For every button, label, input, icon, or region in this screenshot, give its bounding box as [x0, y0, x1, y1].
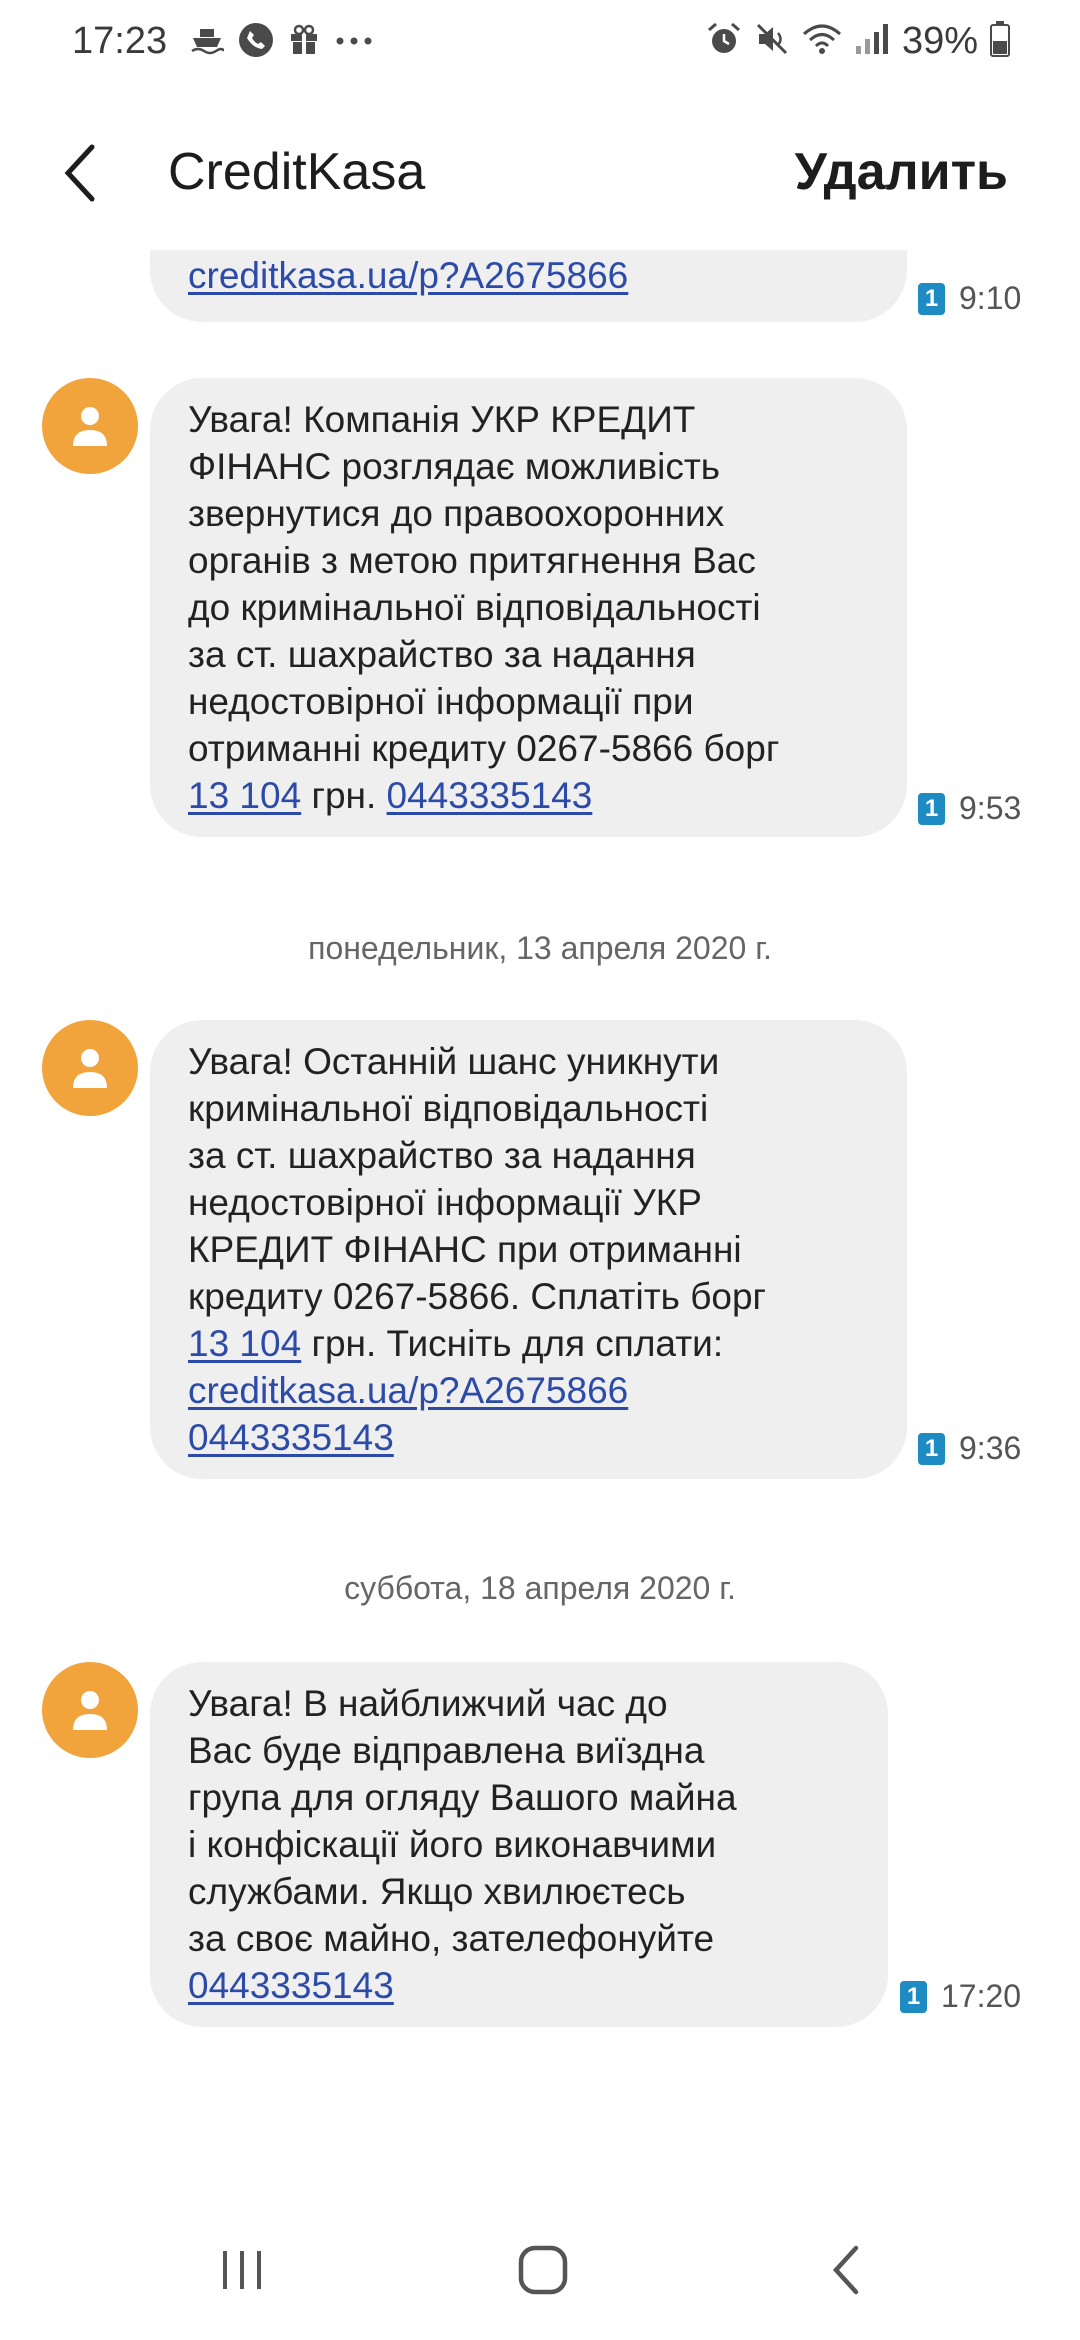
- sim-badge-icon: 1: [900, 1980, 927, 2013]
- signal-icon: [854, 22, 890, 61]
- phone-link[interactable]: 0443335143: [188, 1417, 394, 1458]
- message-meta: 1 9:36: [918, 1430, 1021, 1467]
- mute-icon: [754, 21, 790, 62]
- notification-icons: [190, 22, 374, 63]
- amount-link[interactable]: 13 104: [188, 1323, 301, 1364]
- message-line: органів з метою притягнення Вас: [188, 540, 756, 581]
- recent-apps-button[interactable]: [192, 2230, 292, 2310]
- message-line: недостовірної інформації при: [188, 681, 694, 722]
- message-line: creditkasa.ua/p?A2675866: [188, 252, 867, 299]
- message-line: 13 104 грн. 0443335143: [188, 772, 867, 819]
- navigation-bar: [0, 2200, 1080, 2340]
- contact-avatar[interactable]: [42, 1662, 138, 1758]
- back-icon: [832, 2245, 859, 2295]
- message-time: 9:10: [959, 280, 1022, 316]
- conversation-list[interactable]: creditkasa.ua/p?A2675866 1 9:10 Увага! К…: [0, 250, 1080, 2150]
- payment-link[interactable]: creditkasa.ua/p?A2675866: [188, 1370, 628, 1411]
- back-button[interactable]: [40, 128, 120, 218]
- conversation-title: CreditKasa: [168, 143, 426, 201]
- message-bubble[interactable]: Увага! Компанія УКР КРЕДИТ ФІНАНС розгля…: [150, 378, 907, 837]
- message-meta: 1 9:10: [918, 280, 1021, 317]
- contact-avatar[interactable]: [42, 1020, 138, 1116]
- message-time: 9:36: [959, 1430, 1022, 1466]
- message-line: ФІНАНС розглядає можливість: [188, 446, 721, 487]
- back-arrow-icon: [64, 144, 95, 202]
- amount-link[interactable]: 13 104: [188, 775, 301, 816]
- message-line: Увага! В найближчий час до: [188, 1683, 668, 1724]
- gift-icon: [288, 24, 320, 61]
- message-time: 9:53: [959, 790, 1022, 826]
- message-line: кримінальної відповідальності: [188, 1088, 709, 1129]
- system-icons: 39%: [706, 20, 1010, 63]
- message-line: за своє майно, зателефонуйте: [188, 1918, 715, 1959]
- status-time: 17:23: [72, 20, 168, 62]
- recent-apps-icon: [223, 2251, 261, 2289]
- message-line: 0443335143: [188, 1962, 848, 2009]
- delete-button[interactable]: Удалить: [795, 142, 1008, 202]
- message-line: КРЕДИТ ФІНАНС при отриманні: [188, 1229, 742, 1270]
- more-dots-icon: [334, 34, 374, 52]
- message-link[interactable]: creditkasa.ua/p?A2675866: [188, 255, 628, 296]
- wifi-icon: [802, 22, 842, 61]
- home-icon: [518, 2245, 568, 2295]
- message-line: недостовірної інформації УКР: [188, 1182, 702, 1223]
- message-line: і конфіскації його виконавчими: [188, 1824, 717, 1865]
- message-line: Увага! Компанія УКР КРЕДИТ: [188, 399, 696, 440]
- message-line: група для огляду Вашого майна: [188, 1777, 737, 1818]
- sim-badge-icon: 1: [918, 1432, 945, 1465]
- status-bar: 17:23 39%: [0, 0, 1080, 90]
- message-text: грн. Тисніть для сплати:: [301, 1323, 724, 1364]
- call-icon: [238, 22, 274, 63]
- person-icon: [73, 1691, 107, 1730]
- message-line: Увага! Останній шанс уникнути: [188, 1041, 720, 1082]
- message-text: грн.: [301, 775, 387, 816]
- contact-avatar[interactable]: [42, 378, 138, 474]
- date-separator: понедельник, 13 апреля 2020 г.: [308, 930, 772, 966]
- message-bubble[interactable]: Увага! В найближчий час до Вас буде відп…: [150, 1662, 888, 2027]
- message-bubble[interactable]: Увага! Останній шанс уникнути кримінальн…: [150, 1020, 907, 1479]
- message-line: службами. Якщо хвилюєтесь: [188, 1871, 686, 1912]
- person-icon: [73, 1049, 107, 1088]
- message-line: звернутися до правоохоронних: [188, 493, 725, 534]
- sim-badge-icon: 1: [918, 282, 945, 315]
- message-meta: 1 17:20: [900, 1978, 1021, 2015]
- message-line: кредиту 0267-5866. Сплатіть борг: [188, 1276, 767, 1317]
- message-bubble[interactable]: creditkasa.ua/p?A2675866: [150, 250, 907, 322]
- phone-link[interactable]: 0443335143: [188, 1965, 394, 2006]
- battery-percentage: 39%: [901, 20, 978, 62]
- messages-screen: 17:23 39% CreditKasa Удалить creditkasa.…: [0, 0, 1080, 2340]
- message-line: 0443335143: [188, 1414, 867, 1461]
- app-header: CreditKasa Удалить: [0, 120, 1080, 230]
- message-line: до кримінальної відповідальності: [188, 587, 761, 628]
- sim-badge-icon: 1: [918, 792, 945, 825]
- battery-icon: [990, 21, 1010, 62]
- message-line: за ст. шахрайство за надання: [188, 634, 696, 675]
- message-time: 17:20: [941, 1978, 1022, 2014]
- ferry-icon: [190, 25, 226, 60]
- message-meta: 1 9:53: [918, 790, 1021, 827]
- date-separator: суббота, 18 апреля 2020 г.: [344, 1570, 736, 1606]
- nav-back-button[interactable]: [796, 2230, 896, 2310]
- message-line: 13 104 грн. Тисніть для сплати:: [188, 1320, 867, 1367]
- message-line: за ст. шахрайство за надання: [188, 1135, 696, 1176]
- person-icon: [73, 407, 107, 446]
- phone-link[interactable]: 0443335143: [387, 775, 593, 816]
- message-line: отриманні кредиту 0267-5866 борг: [188, 728, 780, 769]
- alarm-icon: [706, 21, 742, 62]
- message-line: Вас буде відправлена виїздна: [188, 1730, 705, 1771]
- home-button[interactable]: [493, 2230, 593, 2310]
- message-line: creditkasa.ua/p?A2675866: [188, 1367, 867, 1414]
